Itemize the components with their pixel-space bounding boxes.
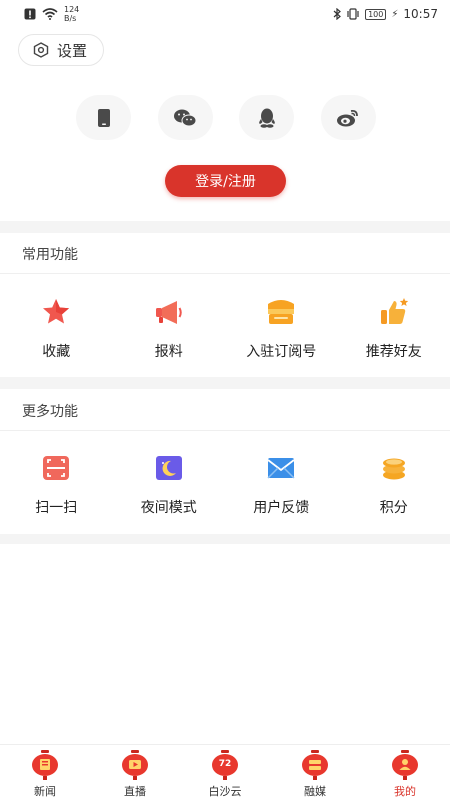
vibrate-icon bbox=[347, 8, 359, 20]
store-icon bbox=[265, 296, 297, 328]
bottom-navigation: 新闻 直播 72 白沙云 融媒 我的 bbox=[0, 744, 450, 800]
charging-icon: ⚡ bbox=[391, 8, 399, 20]
nav-label-news: 新闻 bbox=[34, 785, 56, 798]
settings-label: 设置 bbox=[57, 41, 88, 60]
network-speed-unit: B/s bbox=[64, 14, 77, 23]
weibo-login-button[interactable] bbox=[320, 95, 376, 140]
moon-icon bbox=[153, 452, 185, 484]
settings-hexagon-icon bbox=[33, 42, 49, 58]
qq-icon bbox=[259, 108, 275, 128]
status-right: 100 ⚡ 10:57 bbox=[333, 7, 438, 21]
points-item[interactable]: 积分 bbox=[338, 452, 450, 517]
bluetooth-icon bbox=[333, 8, 342, 20]
login-options bbox=[76, 95, 376, 140]
login-register-button[interactable]: 登录/注册 bbox=[165, 165, 286, 197]
alert-icon bbox=[24, 8, 36, 20]
favorites-item[interactable]: 收藏 bbox=[0, 296, 113, 361]
network-speed: 124 B/s bbox=[64, 5, 79, 23]
common-functions-grid: 收藏 报料 入驻订阅号 推荐好友 bbox=[0, 296, 450, 361]
recommend-friend-item[interactable]: 推荐好友 bbox=[338, 296, 450, 361]
status-bar: 124 B/s 100 ⚡ 10:57 bbox=[0, 0, 450, 28]
more-functions-grid: 扫一扫 夜间模式 用户反馈 积分 bbox=[0, 452, 450, 517]
user-feedback-item[interactable]: 用户反馈 bbox=[225, 452, 338, 517]
wechat-login-button[interactable] bbox=[157, 95, 213, 140]
section-divider bbox=[0, 534, 450, 544]
points-label: 积分 bbox=[379, 500, 408, 516]
nav-item-live[interactable]: 直播 bbox=[90, 745, 180, 800]
settings-button[interactable]: 设置 bbox=[18, 34, 104, 66]
more-functions-title: 更多功能 bbox=[22, 404, 78, 420]
weibo-icon bbox=[337, 109, 359, 126]
nav-label-live: 直播 bbox=[124, 785, 146, 798]
megaphone-icon bbox=[153, 296, 185, 328]
nav-item-news[interactable]: 新闻 bbox=[0, 745, 90, 800]
status-time: 10:57 bbox=[403, 7, 438, 21]
scan-icon bbox=[40, 452, 72, 484]
thumbs-up-icon bbox=[378, 296, 410, 328]
lantern-baishayun-icon: 72 bbox=[209, 749, 241, 781]
mail-icon bbox=[265, 452, 297, 484]
phone-login-button[interactable] bbox=[76, 95, 131, 140]
subscribe-account-item[interactable]: 入驻订阅号 bbox=[225, 296, 338, 361]
network-speed-value: 124 bbox=[64, 5, 80, 14]
wifi-icon bbox=[42, 8, 58, 20]
nav-item-baishayun[interactable]: 72 白沙云 bbox=[180, 745, 270, 800]
section-line bbox=[0, 273, 450, 274]
nav-label-baishayun: 白沙云 bbox=[208, 785, 242, 798]
coins-icon bbox=[378, 452, 410, 484]
nav-item-mine[interactable]: 我的 bbox=[360, 745, 450, 800]
status-left: 124 B/s bbox=[24, 5, 79, 23]
wechat-icon bbox=[174, 109, 197, 126]
user-feedback-label: 用户反馈 bbox=[253, 500, 310, 516]
favorites-label: 收藏 bbox=[42, 344, 71, 360]
phone-icon bbox=[97, 108, 110, 127]
news-tip-item[interactable]: 报料 bbox=[113, 296, 226, 361]
nav-item-media[interactable]: 融媒 bbox=[270, 745, 360, 800]
section-divider bbox=[0, 221, 450, 233]
star-icon bbox=[40, 296, 72, 328]
nav-label-mine: 我的 bbox=[394, 785, 416, 798]
section-divider bbox=[0, 377, 450, 389]
subscribe-account-label: 入驻订阅号 bbox=[246, 344, 317, 360]
night-mode-item[interactable]: 夜间模式 bbox=[113, 452, 226, 517]
recommend-friend-label: 推荐好友 bbox=[365, 344, 422, 360]
night-mode-label: 夜间模式 bbox=[140, 500, 197, 516]
lantern-mine-icon bbox=[389, 749, 421, 781]
battery-indicator: 100 bbox=[365, 8, 387, 20]
lantern-news-icon bbox=[29, 749, 61, 781]
nav-label-media: 融媒 bbox=[304, 785, 326, 798]
lantern-badge-text: 72 bbox=[218, 759, 232, 769]
lantern-media-icon bbox=[299, 749, 331, 781]
scan-label: 扫一扫 bbox=[35, 500, 78, 516]
qq-login-button[interactable] bbox=[239, 95, 295, 140]
news-tip-label: 报料 bbox=[154, 344, 183, 360]
scan-item[interactable]: 扫一扫 bbox=[0, 452, 113, 517]
section-line bbox=[0, 430, 450, 431]
common-functions-title: 常用功能 bbox=[22, 247, 78, 263]
lantern-live-icon bbox=[119, 749, 151, 781]
